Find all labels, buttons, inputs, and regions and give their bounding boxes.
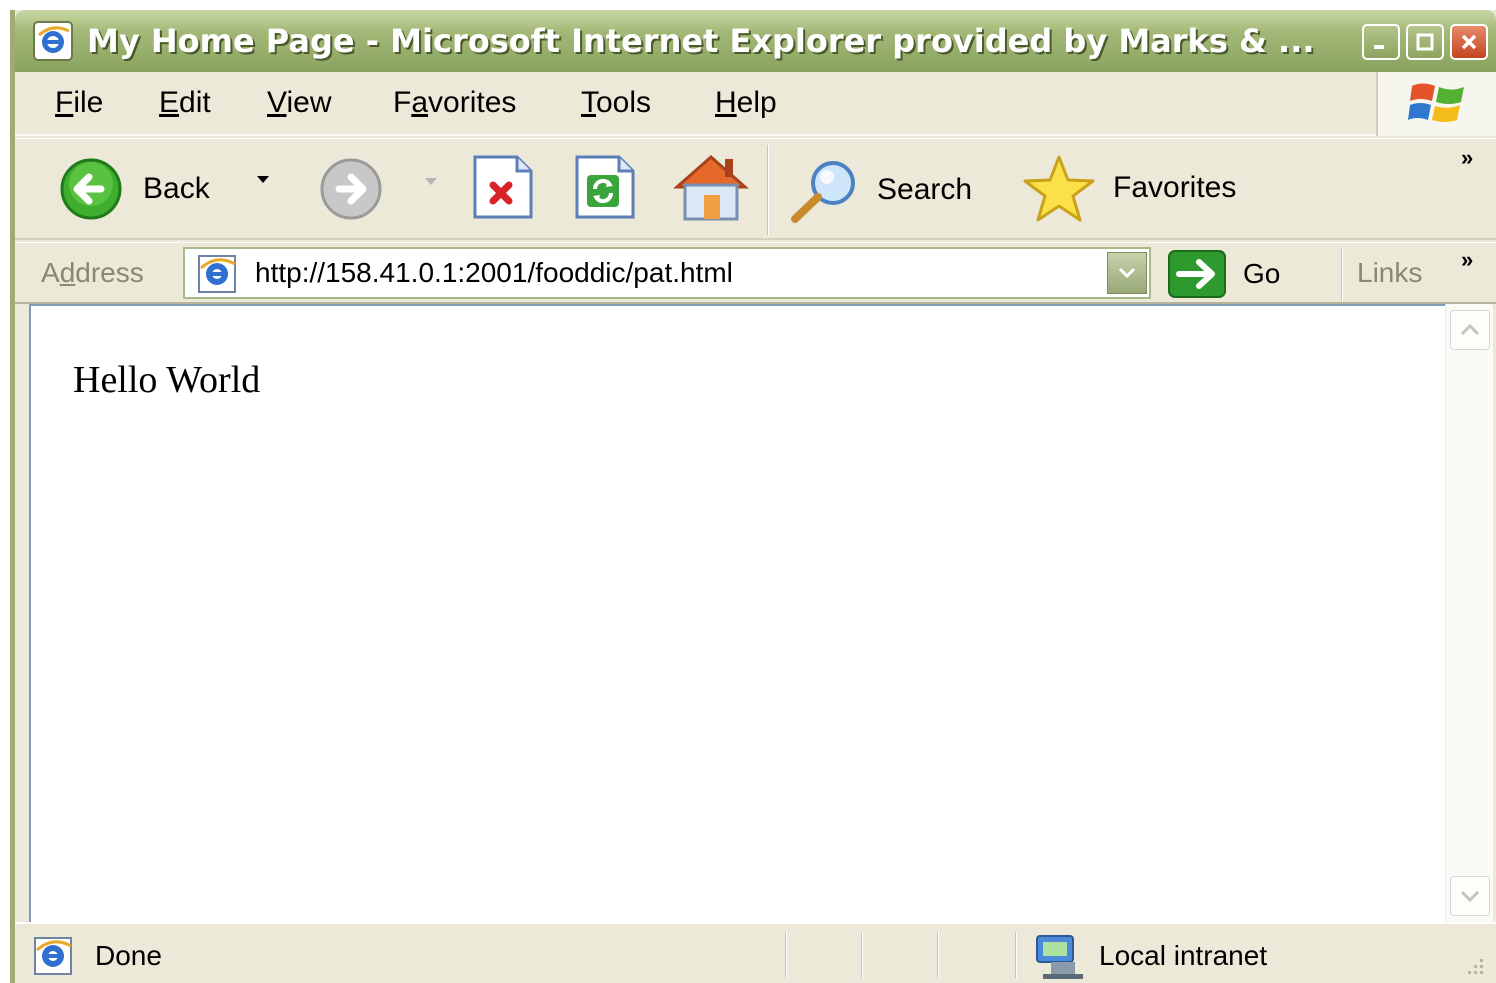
- home-icon: [673, 154, 749, 221]
- close-button[interactable]: [1450, 24, 1488, 60]
- menu-view-accel: V: [267, 86, 287, 119]
- back-button[interactable]: Back: [55, 157, 210, 221]
- go-button[interactable]: Go: [1167, 249, 1280, 299]
- address-bar: Address http://158.41.0.1:2001/fooddic/p…: [15, 242, 1496, 304]
- page-status-icon: [34, 937, 72, 975]
- star-icon: [1023, 155, 1095, 222]
- menu-file-rest: ile: [73, 86, 104, 119]
- favorites-button[interactable]: Favorites: [1019, 153, 1236, 223]
- close-icon: [1461, 34, 1477, 50]
- minimize-button[interactable]: [1362, 24, 1400, 60]
- address-label-accel: d: [59, 257, 76, 288]
- refresh-icon: [575, 155, 635, 219]
- menu-view-rest: iew: [286, 86, 332, 119]
- address-input[interactable]: http://158.41.0.1:2001/fooddic/pat.html: [183, 247, 1151, 299]
- toolbar-more-chevron[interactable]: »: [1461, 145, 1473, 171]
- go-label: Go: [1243, 258, 1281, 289]
- forward-arrow-icon: [320, 158, 382, 220]
- network-icon: [1036, 935, 1083, 979]
- search-button[interactable]: Search: [785, 157, 972, 223]
- status-separator: [785, 932, 787, 978]
- dropdown-arrow-icon: [257, 176, 269, 183]
- address-label: Address: [41, 257, 144, 289]
- standard-toolbar: Back Search Favorites »: [15, 138, 1496, 240]
- scroll-down-button[interactable]: [1450, 876, 1490, 916]
- forward-button[interactable]: [315, 157, 387, 221]
- back-dropdown[interactable]: [255, 171, 271, 187]
- menu-help-rest: elp: [736, 86, 777, 119]
- address-dropdown-button[interactable]: [1107, 252, 1147, 294]
- windows-logo-icon: [1408, 83, 1464, 122]
- menu-tools-rest: ools: [596, 86, 652, 119]
- windows-logo-area: [1376, 72, 1496, 136]
- chevron-up-icon: [1460, 323, 1480, 336]
- go-arrow-icon: [1168, 250, 1226, 298]
- browser-window: My Home Page - Microsoft Internet Explor…: [10, 10, 1496, 983]
- menu-tools-accel: T: [581, 86, 596, 119]
- links-separator: [1341, 247, 1343, 301]
- status-separator: [861, 932, 863, 978]
- stop-icon: [473, 155, 533, 219]
- maximize-icon: [1416, 33, 1434, 51]
- title-bar[interactable]: My Home Page - Microsoft Internet Explor…: [15, 10, 1496, 72]
- chevron-down-icon: [1118, 267, 1136, 279]
- search-label: Search: [877, 173, 973, 206]
- back-arrow-icon: [60, 158, 122, 220]
- address-url: http://158.41.0.1:2001/fooddic/pat.html: [255, 257, 733, 288]
- ie-icon: [33, 21, 73, 61]
- favorites-label: Favorites: [1113, 171, 1237, 204]
- forward-dropdown[interactable]: [423, 173, 439, 189]
- menu-edit-accel: E: [159, 86, 180, 119]
- menu-bar: File Edit View Favorites Tools Help: [15, 72, 1496, 136]
- address-label-prefix: A: [41, 257, 60, 288]
- window-title: My Home Page - Microsoft Internet Explor…: [87, 22, 1315, 60]
- menu-tools[interactable]: Tools: [581, 86, 651, 120]
- resize-grip-icon[interactable]: [1462, 953, 1486, 977]
- chevron-down-icon: [1460, 890, 1480, 903]
- menu-favorites-prefix: F: [393, 86, 412, 119]
- zone-text: Local intranet: [1099, 940, 1268, 971]
- page-content: Hello World: [29, 304, 1445, 922]
- page-body-text: Hello World: [73, 359, 261, 401]
- links-more-chevron[interactable]: »: [1461, 247, 1473, 273]
- vertical-scrollbar[interactable]: [1445, 304, 1493, 922]
- menu-edit[interactable]: Edit: [159, 86, 211, 120]
- menu-help-accel: H: [715, 86, 737, 119]
- minimize-icon: [1374, 45, 1384, 49]
- menu-view[interactable]: View: [267, 86, 331, 120]
- scroll-up-button[interactable]: [1450, 310, 1490, 350]
- menu-help[interactable]: Help: [715, 86, 777, 120]
- links-label[interactable]: Links: [1357, 257, 1422, 289]
- search-icon: [791, 161, 855, 223]
- refresh-button[interactable]: [571, 155, 637, 221]
- maximize-button[interactable]: [1406, 24, 1444, 60]
- menu-favorites-rest: vorites: [428, 86, 517, 119]
- status-separator: [937, 932, 939, 978]
- page-icon: [198, 255, 236, 293]
- address-label-rest: dress: [75, 257, 144, 288]
- menu-favorites-accel: a: [411, 86, 429, 119]
- status-bar: Done Local intranet: [15, 922, 1496, 983]
- status-text: Done: [95, 940, 162, 971]
- menu-edit-rest: dit: [179, 86, 211, 119]
- menu-file-accel: F: [55, 86, 74, 119]
- stop-button[interactable]: [469, 155, 535, 221]
- status-separator: [1015, 932, 1017, 978]
- dropdown-arrow-icon: [425, 178, 437, 185]
- menu-file[interactable]: File: [55, 86, 103, 120]
- home-button[interactable]: [671, 151, 751, 223]
- back-label: Back: [143, 172, 210, 205]
- menu-favorites[interactable]: Favorites: [393, 86, 516, 120]
- toolbar-separator: [767, 145, 769, 235]
